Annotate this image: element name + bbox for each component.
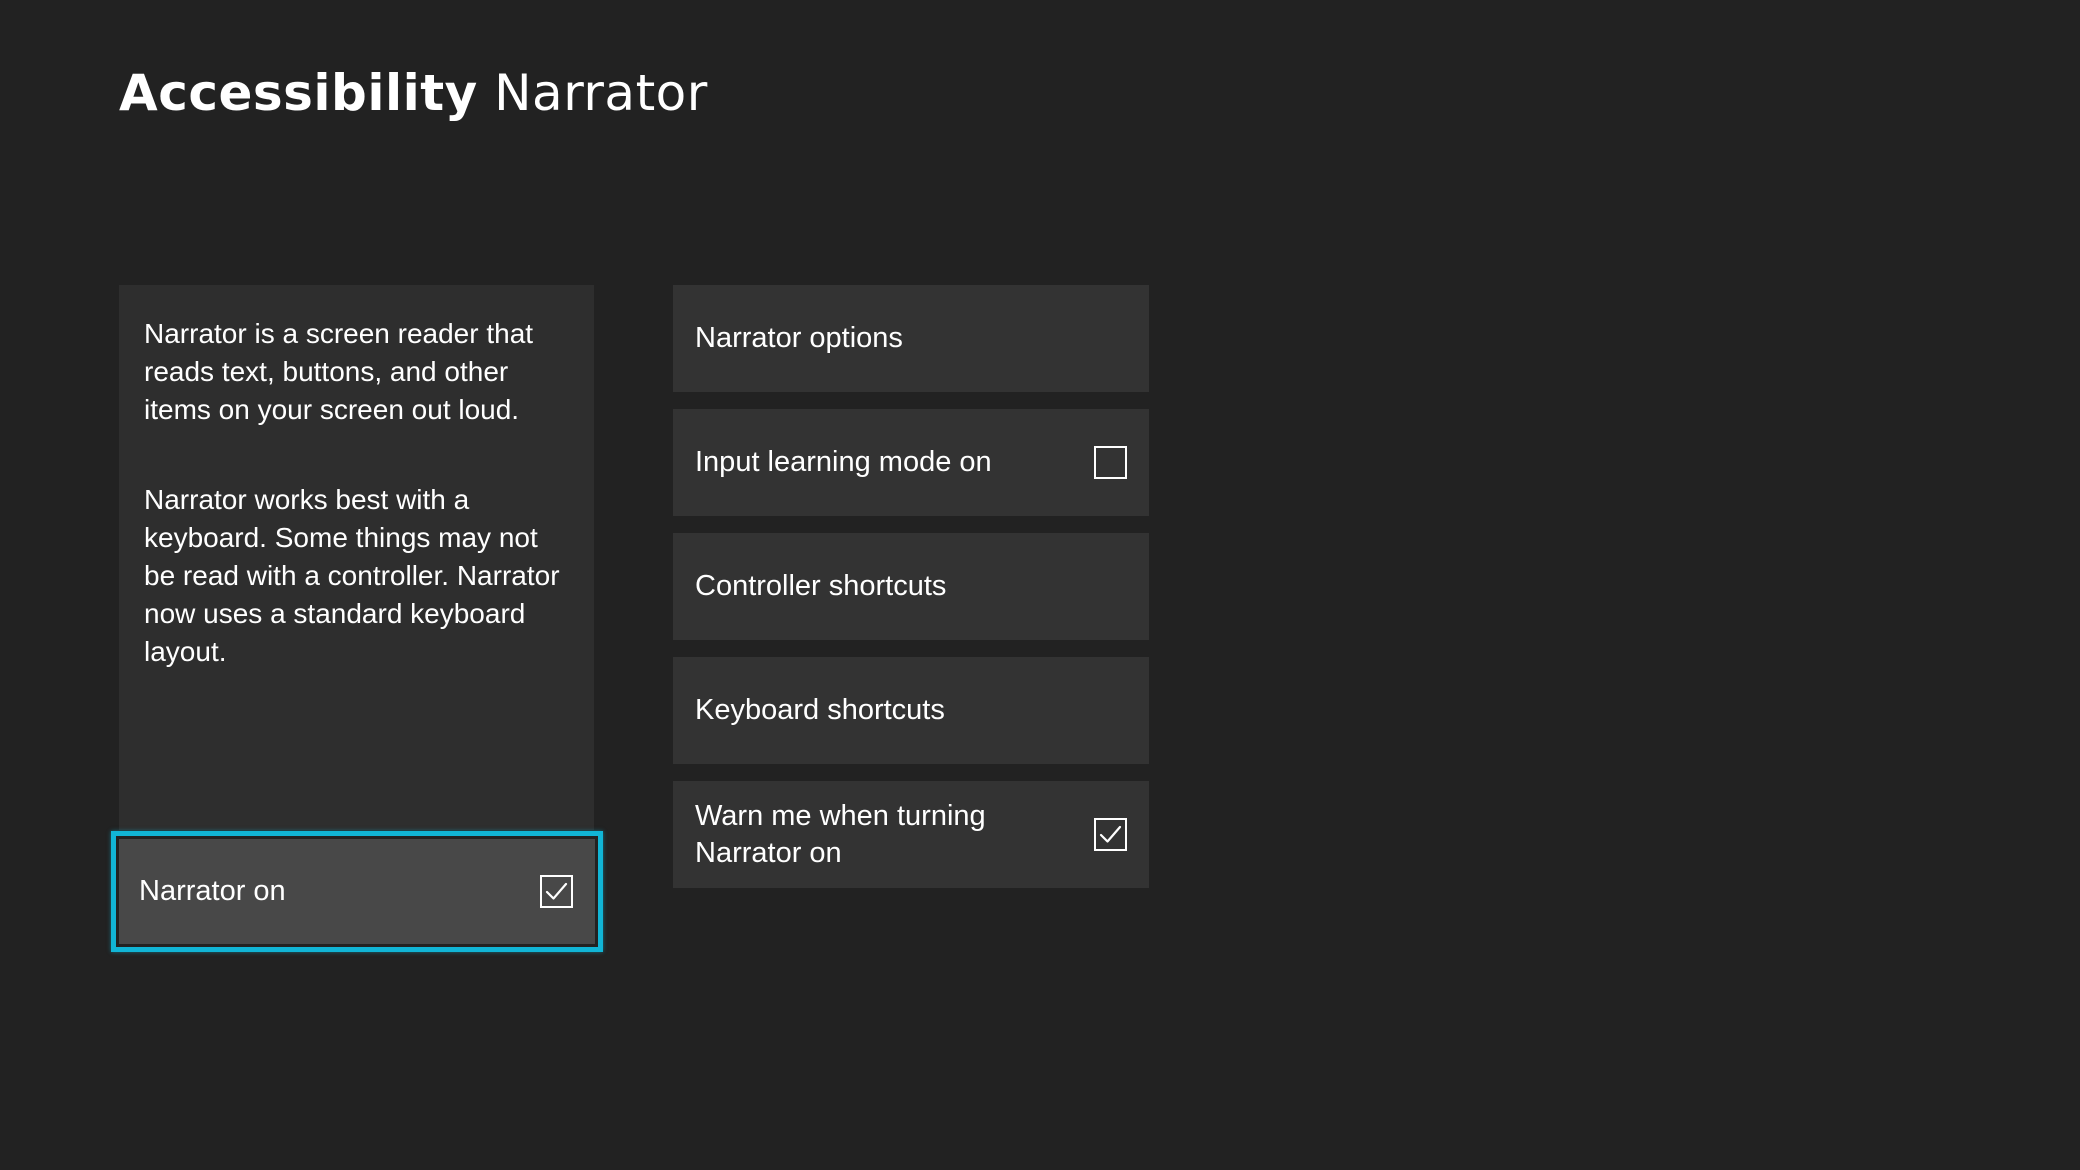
page-title-subsection: Narrator [494, 64, 708, 122]
narrator-on-toggle-body[interactable]: Narrator on [119, 839, 595, 944]
option-label: Input learning mode on [695, 446, 992, 478]
option-label: Keyboard shortcuts [695, 694, 945, 726]
narrator-options-list: Narrator options Input learning mode on … [673, 285, 1149, 888]
page-title-section: Accessibility [119, 64, 478, 122]
description-paragraph: Narrator is a screen reader that reads t… [144, 318, 534, 425]
checkbox-unchecked-icon[interactable] [1094, 446, 1127, 479]
controller-shortcuts-button[interactable]: Controller shortcuts [673, 533, 1149, 640]
option-label: Controller shortcuts [695, 570, 947, 602]
narrator-options-button[interactable]: Narrator options [673, 285, 1149, 392]
option-label: Narrator options [695, 322, 903, 354]
narrator-on-label: Narrator on [139, 875, 286, 907]
description-paragraph: Narrator works best with a keyboard. Som… [144, 484, 560, 667]
checkmark-icon [1099, 825, 1122, 843]
input-learning-mode-toggle[interactable]: Input learning mode on [673, 409, 1149, 516]
option-label: Warn me when turning Narrator on [695, 799, 986, 869]
warn-when-turning-narrator-on-toggle[interactable]: Warn me when turning Narrator on [673, 781, 1149, 888]
keyboard-shortcuts-button[interactable]: Keyboard shortcuts [673, 657, 1149, 764]
checkbox-checked-icon[interactable] [540, 875, 573, 908]
page-title: Accessibility Narrator [119, 58, 708, 128]
description-panel: Narrator is a screen reader that reads t… [119, 285, 594, 830]
checkmark-icon [545, 882, 568, 900]
checkbox-checked-icon[interactable] [1094, 818, 1127, 851]
narrator-on-toggle[interactable]: Narrator on [111, 831, 603, 952]
